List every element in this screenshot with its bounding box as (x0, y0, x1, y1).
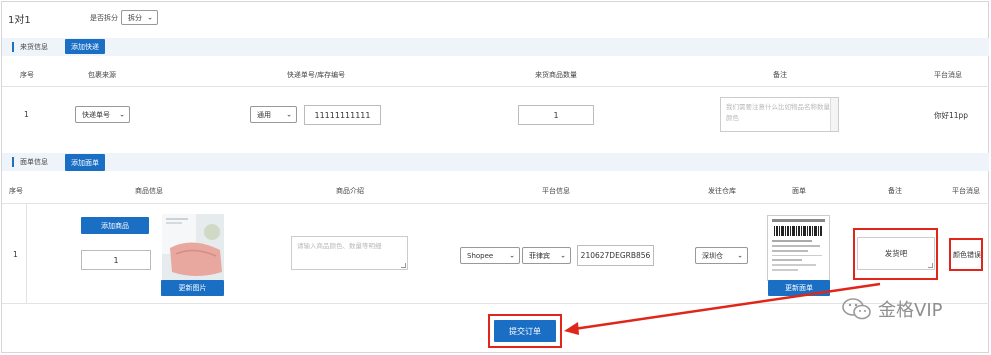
incoming-row-index: 1 (24, 110, 29, 119)
col-platform-msg: 平台消息 (934, 71, 962, 79)
incoming-section-header: 来货信息 (2, 38, 989, 56)
chevron-down-icon: ⌄ (509, 251, 515, 260)
waybill-row-index: 1 (13, 250, 18, 259)
warehouse-select[interactable]: 深圳仓 ⌄ (695, 247, 748, 264)
col-package-source: 包裹来源 (88, 71, 116, 79)
resize-handle-icon[interactable] (928, 263, 933, 268)
incoming-qty-input[interactable]: 1 (518, 105, 594, 125)
carrier-select[interactable]: 通用 ⌄ (250, 106, 297, 123)
product-image (162, 214, 224, 280)
watermark-text: 金格VIP (878, 300, 943, 321)
waybill-remark-value: 发货吧 (884, 249, 908, 258)
waybill-platform-msg: 颜色错误 (953, 251, 981, 259)
barcode-icon (772, 219, 825, 271)
incoming-remark-textarea[interactable]: 我们需要注意什么比如物品名称数量颜色 (720, 97, 839, 132)
chevron-down-icon: ⌄ (147, 13, 153, 22)
divider (2, 86, 989, 87)
submit-order-button[interactable]: 提交订单 (494, 320, 556, 342)
split-select[interactable]: 拆分 ⌄ (121, 10, 158, 25)
resize-handle-icon[interactable] (401, 263, 406, 268)
col-product-intro: 商品介绍 (336, 187, 364, 195)
update-image-button[interactable]: 更新图片 (161, 280, 224, 296)
chevron-down-icon: ⌄ (560, 251, 566, 260)
package-source-select[interactable]: 快递单号 ⌄ (75, 106, 130, 123)
product-intro-placeholder: 请输入商品颜色、数量等明细 (297, 242, 382, 250)
chevron-down-icon: ⌄ (286, 110, 292, 119)
col-index: 序号 (20, 71, 34, 79)
col-index: 序号 (9, 187, 23, 195)
incoming-remark-placeholder: 我们需要注意什么比如物品名称数量颜色 (726, 103, 830, 122)
section-marker (12, 157, 14, 167)
store-select[interactable]: 菲律宾 ⌄ (522, 247, 571, 264)
waybill-image (767, 215, 830, 281)
col-tracking-no: 快递单号/库存编号 (286, 71, 346, 79)
incoming-platform-msg: 你好11pp (934, 111, 969, 120)
wechat-icon (842, 298, 871, 320)
divider (2, 203, 989, 204)
order-no-input[interactable]: 210627DEGRB856 (577, 245, 654, 266)
col-platform-msg: 平台消息 (952, 187, 980, 195)
add-waybill-button[interactable]: 添加面单 (65, 154, 105, 171)
page-title: 1对1 (8, 15, 31, 26)
platform-value: Shopee (467, 251, 494, 260)
col-remark: 备注 (888, 187, 902, 195)
add-product-button[interactable]: 添加商品 (81, 217, 149, 234)
add-express-button[interactable]: 添加快递 (65, 39, 105, 54)
product-intro-textarea[interactable]: 请输入商品颜色、数量等明细 (291, 236, 408, 270)
platform-select[interactable]: Shopee ⌄ (460, 247, 520, 264)
product-qty-input[interactable]: 1 (81, 250, 151, 270)
textarea-scrollbar[interactable] (830, 98, 838, 131)
waybill-section-label: 面单信息 (20, 158, 48, 166)
arrow-icon (564, 282, 881, 335)
split-select-value: 拆分 (128, 13, 142, 22)
product-photo-icon (162, 214, 224, 280)
col-incoming-qty: 来货商品数量 (535, 71, 577, 79)
split-label: 是否拆分 (90, 14, 118, 22)
warehouse-value: 深圳仓 (702, 251, 723, 260)
waybill-section-header: 面单信息 (2, 153, 989, 171)
divider (26, 203, 27, 303)
chevron-down-icon: ⌄ (737, 251, 743, 260)
col-warehouse: 发往仓库 (708, 187, 736, 195)
waybill-remark-textarea[interactable]: 发货吧 (857, 237, 935, 270)
incoming-section-label: 来货信息 (20, 43, 48, 51)
tracking-no-input[interactable]: 11111111111 (304, 105, 381, 125)
section-marker (12, 42, 14, 52)
col-waybill: 面单 (792, 187, 806, 195)
watermark: 金格VIP (842, 296, 942, 322)
col-remark: 备注 (773, 71, 787, 79)
store-value: 菲律宾 (529, 251, 550, 260)
chevron-down-icon: ⌄ (119, 110, 125, 119)
package-source-value: 快递单号 (82, 110, 110, 119)
carrier-value: 通用 (257, 110, 271, 119)
col-platform-info: 平台信息 (542, 187, 570, 195)
col-product-info: 商品信息 (135, 187, 163, 195)
